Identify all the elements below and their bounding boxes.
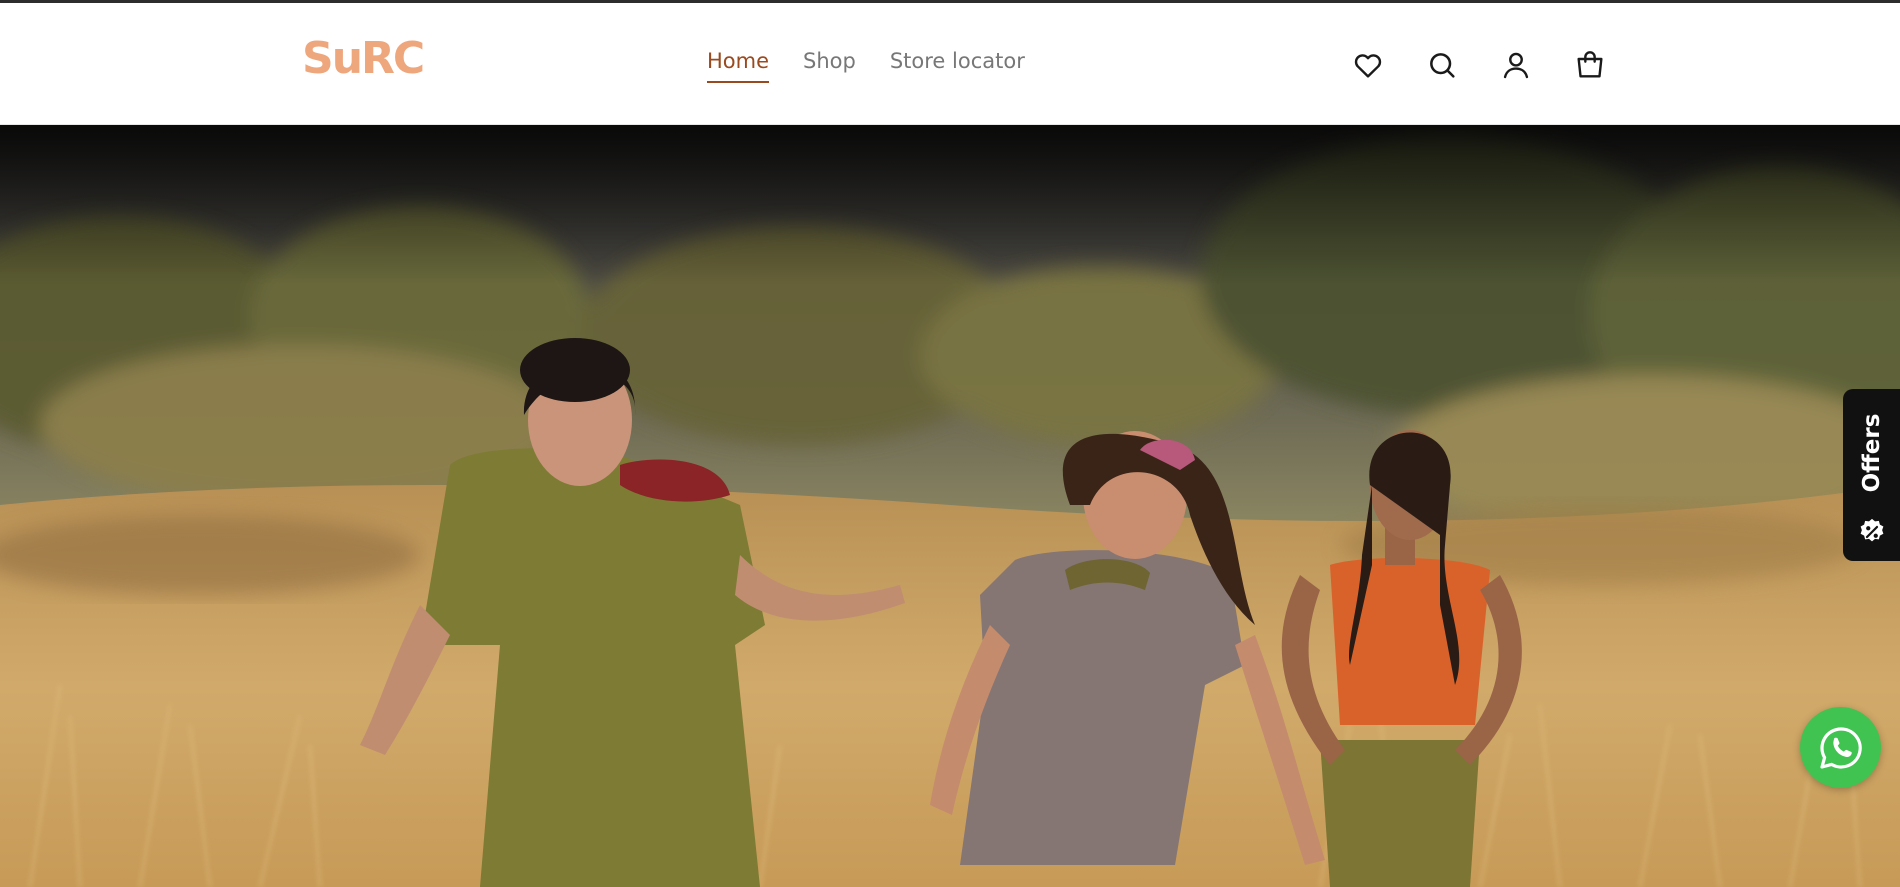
nav-shop[interactable]: Shop	[803, 49, 856, 83]
hero-image	[0, 125, 1900, 887]
offers-label: Offers	[1858, 413, 1885, 493]
discount-badge-icon	[1860, 518, 1884, 542]
hero-banner	[0, 125, 1900, 887]
offers-tab[interactable]: Offers	[1843, 389, 1900, 561]
search-icon[interactable]	[1426, 49, 1458, 81]
whatsapp-button[interactable]	[1800, 707, 1881, 788]
shopping-bag-icon[interactable]	[1574, 49, 1606, 81]
brand-logo[interactable]: SuRC	[302, 37, 425, 81]
nav-store-locator[interactable]: Store locator	[890, 49, 1025, 83]
user-icon[interactable]	[1500, 49, 1532, 81]
whatsapp-icon	[1819, 726, 1862, 769]
heart-icon[interactable]	[1352, 49, 1384, 81]
header-icons	[1352, 49, 1606, 81]
site-header: SuRC Home Shop Store locator	[0, 3, 1900, 125]
main-nav: Home Shop Store locator	[707, 49, 1025, 84]
nav-home[interactable]: Home	[707, 49, 770, 84]
